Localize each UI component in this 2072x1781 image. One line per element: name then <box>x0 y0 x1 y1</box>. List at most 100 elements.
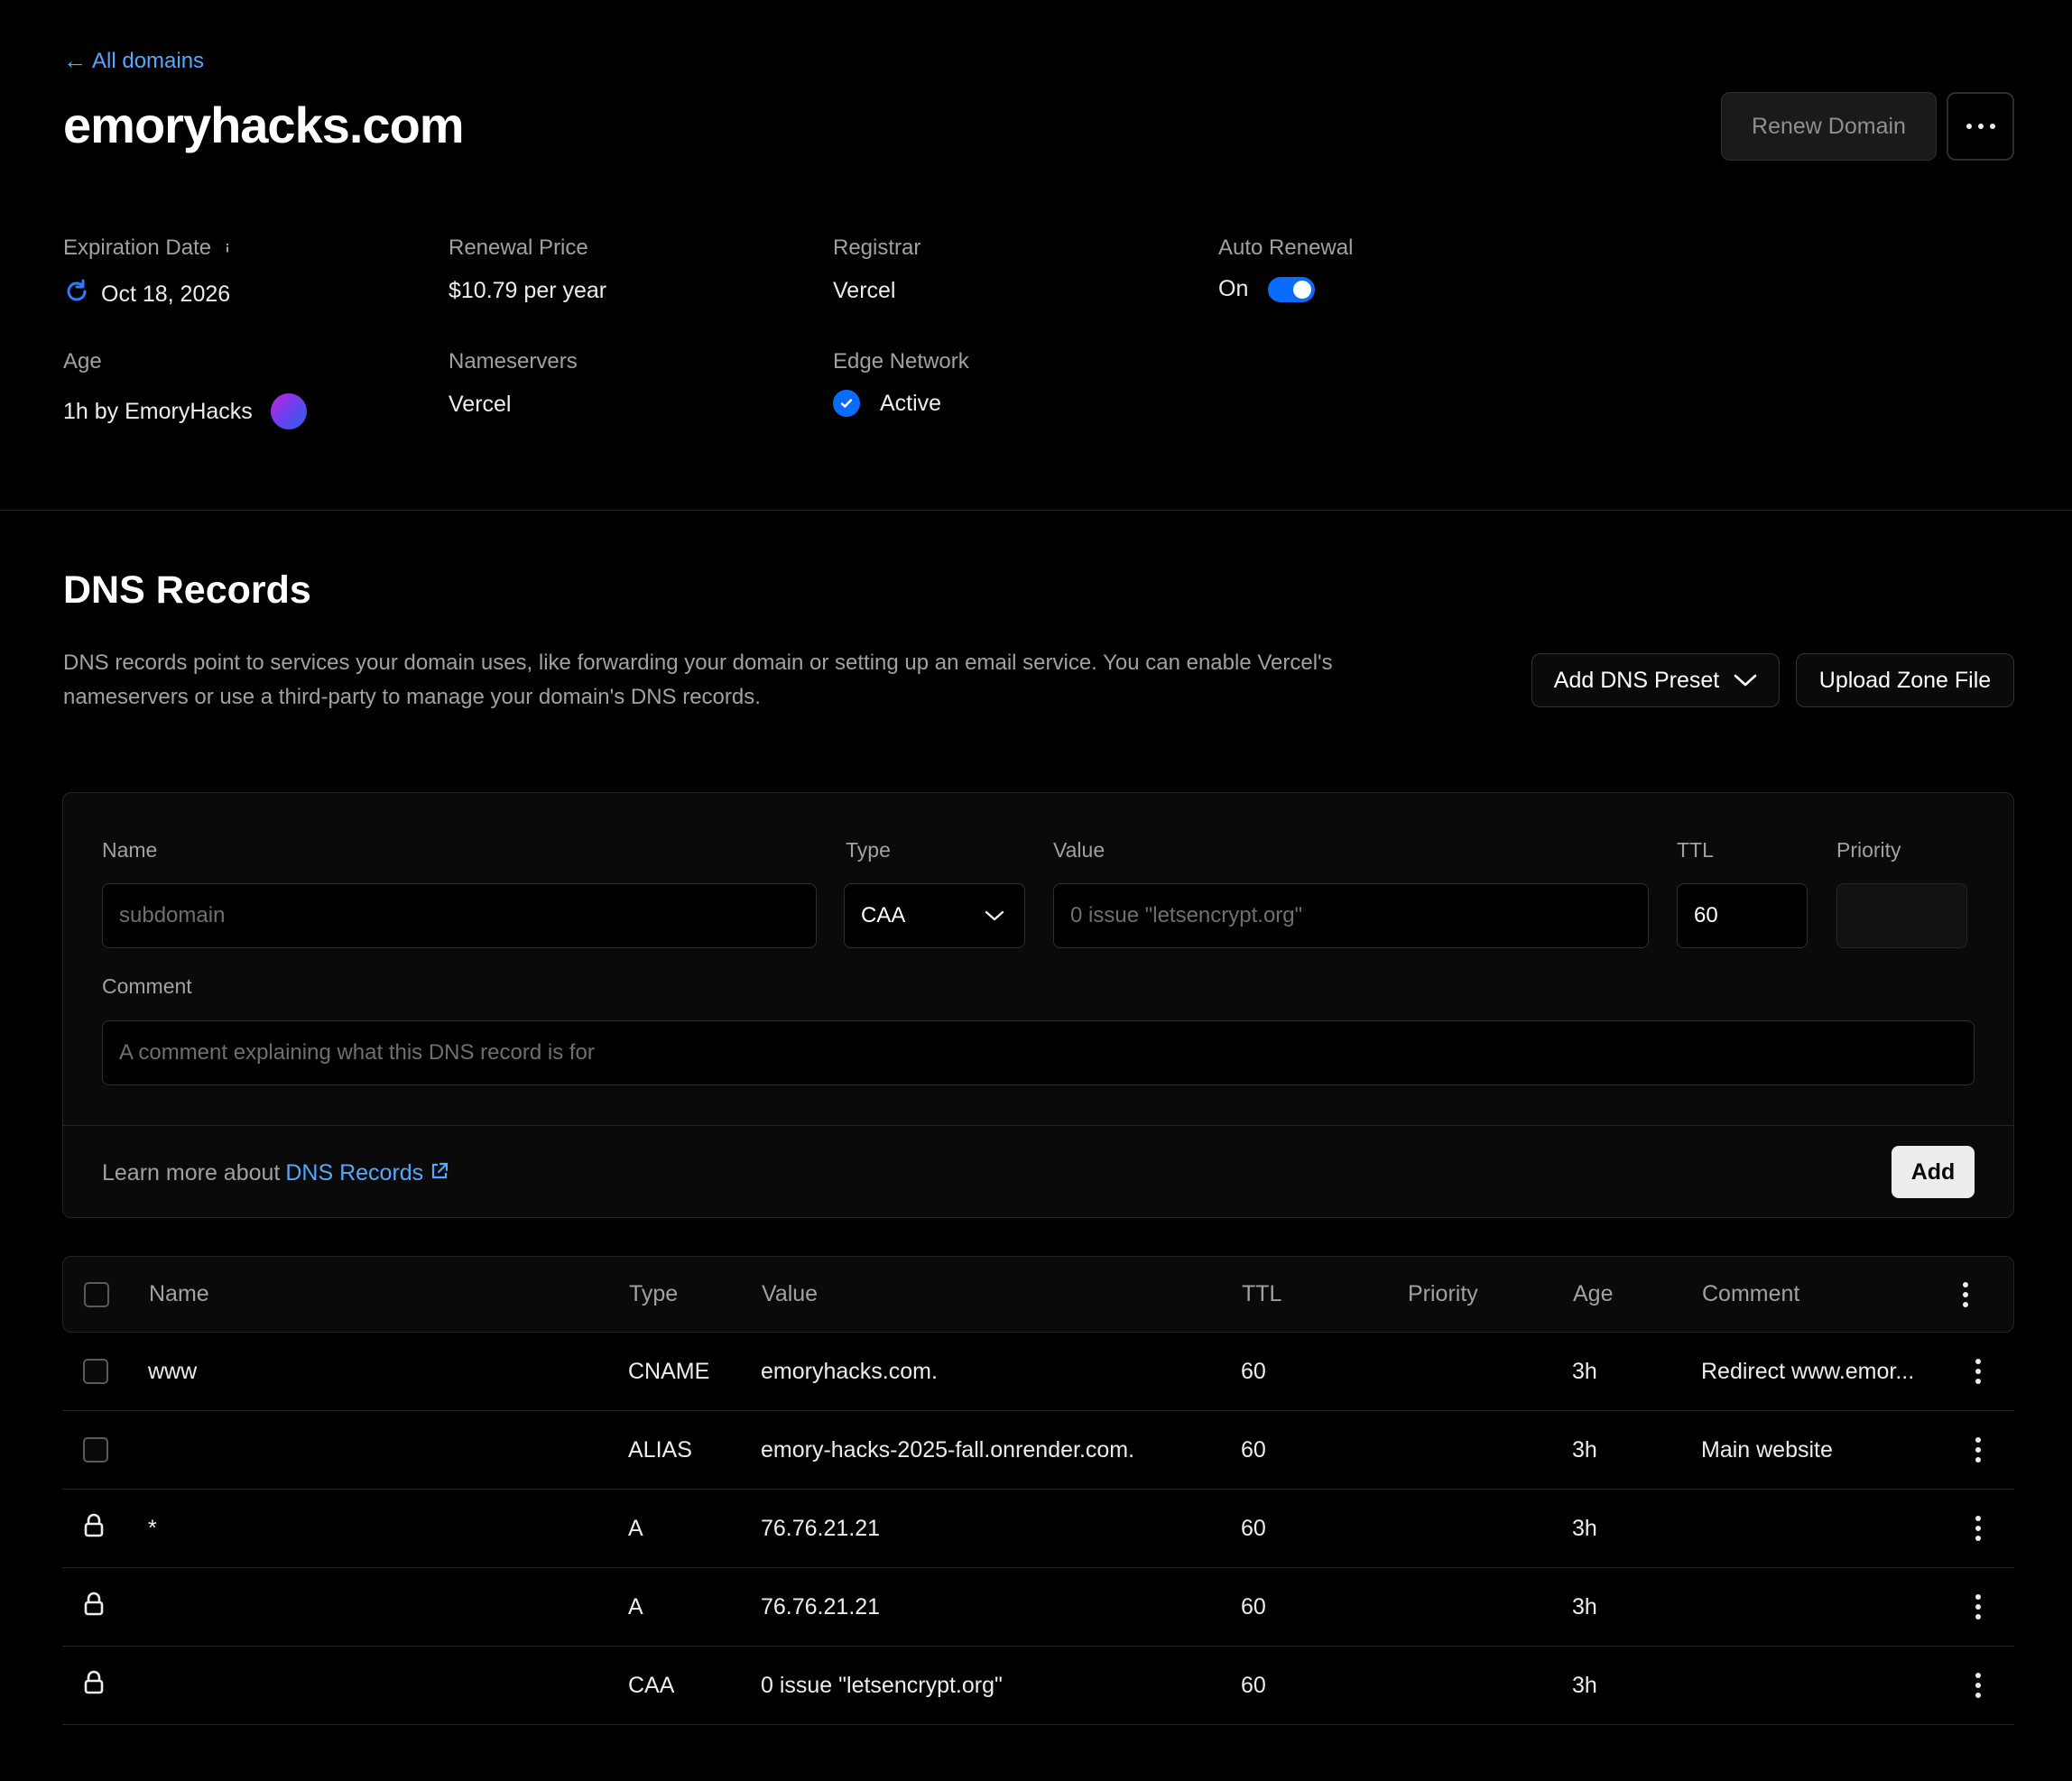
ttl-input[interactable]: 60 <box>1677 883 1808 948</box>
record-comment <box>1701 1568 1936 1646</box>
record-value: 76.76.21.21 <box>761 1593 881 1620</box>
record-name: * <box>148 1515 157 1541</box>
nameservers-label: Nameservers <box>449 349 578 374</box>
chevron-down-icon <box>985 903 1004 928</box>
row-checkbox-cell <box>83 1411 108 1489</box>
record-type: A <box>628 1515 643 1541</box>
more-vertical-icon <box>1975 1359 1981 1384</box>
age-text: 1h by EmoryHacks <box>63 398 253 424</box>
lock-icon <box>83 1592 105 1623</box>
record-comment <box>1701 1490 1936 1567</box>
table-body: www CNAME emoryhacks.com. 60 3h Redirect www.… <box>62 1333 2014 1725</box>
comment-input[interactable]: A comment explaining what this DNS recor… <box>102 1020 1975 1085</box>
record-name <box>148 1568 617 1646</box>
info-icon[interactable] <box>220 241 235 255</box>
row-checkbox[interactable] <box>83 1359 108 1384</box>
column-header-type[interactable]: Type <box>629 1257 678 1332</box>
record-type: ALIAS <box>628 1436 692 1463</box>
learn-more-prefix: Learn more about <box>102 1160 281 1186</box>
record-name <box>148 1411 617 1489</box>
table-row[interactable]: A 76.76.21.21 60 3h <box>62 1568 2014 1647</box>
name-input[interactable]: subdomain <box>102 883 817 948</box>
record-ttl: 60 <box>1241 1593 1266 1620</box>
registrar-value: Vercel <box>833 278 896 303</box>
table-row[interactable]: ALIAS emory-hacks-2025-fall.onrender.com.… <box>62 1411 2014 1490</box>
refresh-icon <box>63 278 90 311</box>
record-type: A <box>628 1593 643 1620</box>
add-dns-preset-button[interactable]: Add DNS Preset <box>1531 653 1780 707</box>
table-row[interactable]: * A 76.76.21.21 60 3h <box>62 1490 2014 1568</box>
more-vertical-icon <box>1975 1594 1981 1620</box>
nameservers-value: Vercel <box>449 392 512 417</box>
dns-records-title: DNS Records <box>63 568 311 612</box>
record-ttl: 60 <box>1241 1436 1266 1463</box>
expiration-date-label-text: Expiration Date <box>63 235 212 260</box>
expiration-date-label: Expiration Date <box>63 235 235 261</box>
select-all-checkbox[interactable] <box>84 1281 109 1307</box>
record-value: emory-hacks-2025-fall.onrender.com. <box>761 1436 1135 1463</box>
value-field-label: Value <box>1053 838 1105 862</box>
column-header-priority[interactable]: Priority <box>1408 1257 1478 1332</box>
renew-domain-button[interactable]: Renew Domain <box>1721 92 1937 161</box>
auto-renewal-toggle[interactable] <box>1268 276 1316 302</box>
edge-network-label: Edge Network <box>833 349 969 374</box>
record-value: 0 issue "letsencrypt.org" <box>761 1672 1003 1698</box>
add-dns-record-form: Name subdomain Type CAA Value 0 issue "l… <box>62 792 2014 1218</box>
more-actions-button[interactable] <box>1947 92 2014 161</box>
record-name: www <box>148 1358 198 1384</box>
priority-input[interactable] <box>1836 883 1967 948</box>
row-lock-cell <box>83 1490 105 1567</box>
column-header-ttl[interactable]: TTL <box>1242 1257 1281 1332</box>
dns-records-docs-link[interactable]: DNS Records <box>285 1160 449 1186</box>
back-to-all-domains-link[interactable]: ← All domains <box>63 47 204 75</box>
select-all-checkbox-cell <box>84 1257 109 1332</box>
value-input[interactable]: 0 issue "letsencrypt.org" <box>1053 883 1649 948</box>
column-header-name[interactable]: Name <box>149 1257 209 1332</box>
more-vertical-icon <box>1975 1673 1981 1698</box>
column-header-comment[interactable]: Comment <box>1702 1257 1799 1332</box>
auto-renewal-value: On <box>1218 276 1316 302</box>
table-options-button[interactable] <box>1963 1257 1968 1332</box>
upload-zone-file-button[interactable]: Upload Zone File <box>1796 653 2014 707</box>
record-comment <box>1701 1647 1936 1724</box>
more-vertical-icon <box>1975 1437 1981 1463</box>
table-row[interactable]: www CNAME emoryhacks.com. 60 3h Redirect www.… <box>62 1333 2014 1411</box>
row-actions-button[interactable] <box>1975 1490 1981 1567</box>
row-actions-button[interactable] <box>1975 1647 1981 1724</box>
more-vertical-icon <box>1963 1281 1968 1307</box>
row-lock-cell <box>83 1647 105 1724</box>
auto-renewal-state: On <box>1218 276 1249 301</box>
comment-field-label: Comment <box>102 974 192 998</box>
record-type: CAA <box>628 1672 675 1698</box>
table-header: Name Type Value TTL Priority Age Comment <box>62 1256 2014 1333</box>
more-vertical-icon <box>1975 1516 1981 1541</box>
type-select[interactable]: CAA <box>844 883 1025 948</box>
chevron-down-icon <box>1734 668 1757 694</box>
record-comment: Main website <box>1701 1436 1833 1463</box>
learn-more-text: Learn more about DNS Records <box>102 1160 449 1186</box>
row-checkbox[interactable] <box>83 1437 108 1463</box>
lock-icon <box>83 1670 105 1702</box>
row-checkbox-cell <box>83 1333 108 1410</box>
record-ttl: 60 <box>1241 1358 1266 1384</box>
row-actions-button[interactable] <box>1975 1411 1981 1489</box>
back-link-label: All domains <box>92 48 205 73</box>
table-row[interactable]: CAA 0 issue "letsencrypt.org" 60 3h <box>62 1647 2014 1725</box>
row-actions-button[interactable] <box>1975 1333 1981 1410</box>
record-age: 3h <box>1572 1358 1597 1384</box>
column-header-age[interactable]: Age <box>1573 1257 1613 1332</box>
record-name <box>148 1647 617 1724</box>
dns-records-table: Name Type Value TTL Priority Age Comment… <box>62 1256 2014 1725</box>
record-age: 3h <box>1572 1515 1597 1541</box>
column-header-value[interactable]: Value <box>762 1257 818 1332</box>
record-age: 3h <box>1572 1436 1597 1463</box>
record-value: 76.76.21.21 <box>761 1515 881 1541</box>
lock-icon <box>83 1513 105 1545</box>
check-circle-icon <box>833 390 860 417</box>
record-comment: Redirect www.emor... <box>1701 1358 1915 1384</box>
external-link-icon <box>430 1160 449 1186</box>
row-actions-button[interactable] <box>1975 1568 1981 1646</box>
expiration-date-text: Oct 18, 2026 <box>101 281 231 307</box>
add-record-button[interactable]: Add <box>1892 1146 1975 1198</box>
edge-network-status: Active <box>880 390 942 416</box>
